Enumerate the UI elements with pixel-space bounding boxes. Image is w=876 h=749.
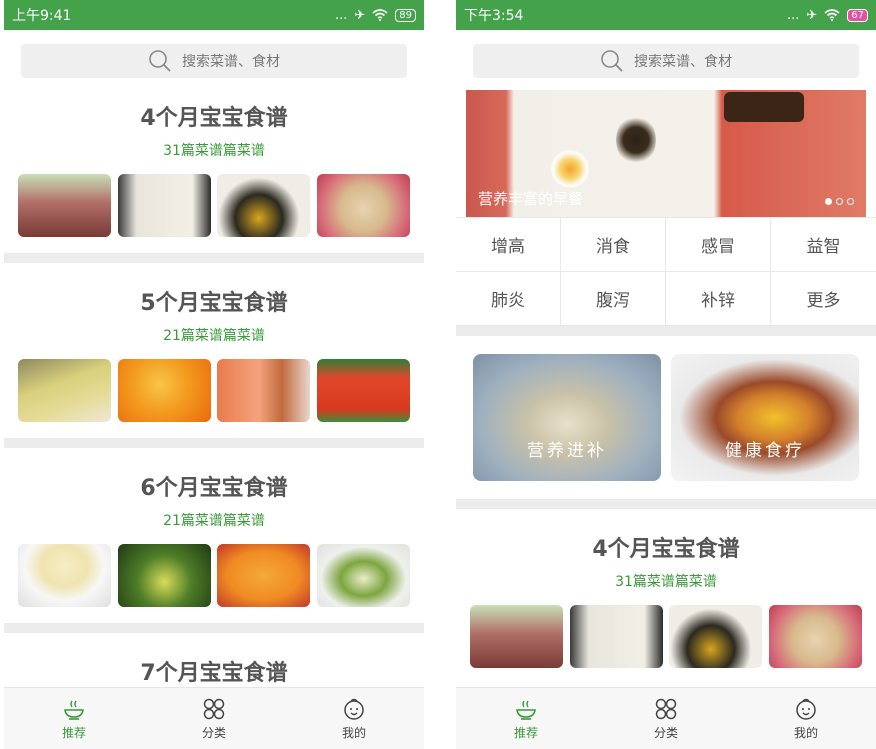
feature-card-therapy[interactable]: 健康食疗 [671,354,859,481]
baby-face-icon [344,698,364,720]
recipe-thumbnail[interactable] [217,359,311,422]
carousel-dot [847,198,854,205]
section-subtitle: 31篇菜谱篇菜谱 [163,143,265,159]
category-item[interactable]: 增高 [456,218,561,272]
category-item[interactable]: 腹泻 [561,272,666,326]
section-title: 4个月宝宝食谱 [592,537,740,562]
section-subtitle: 21篇菜谱篇菜谱 [163,513,265,529]
recipe-thumbnail[interactable] [18,544,111,607]
recipe-section[interactable]: 4个月宝宝食谱 31篇菜谱篇菜谱 [4,100,424,237]
baby-face-icon [796,698,816,720]
search-input[interactable]: 搜索菜谱、食材 [21,44,407,78]
category-item[interactable]: 更多 [771,272,876,326]
tab-category[interactable]: 分类 [596,688,736,749]
search-icon [149,50,171,72]
tab-mine[interactable]: 我的 [736,688,876,749]
bottom-tab-bar: 推荐 分类 我的 [456,687,876,749]
section-divider [4,438,424,448]
tab-recommend[interactable]: 推荐 [456,688,596,749]
wifi-icon [372,9,388,21]
recipe-thumbnail[interactable] [316,544,410,607]
category-item[interactable]: 益智 [771,218,876,272]
recipe-thumbnail[interactable] [316,174,410,237]
tab-label: 推荐 [513,726,538,740]
status-time: 上午9:41 [12,8,72,24]
section-divider [456,326,876,336]
feature-card-nutrition[interactable]: 营养进补 [473,354,661,481]
recipe-thumbnail[interactable] [768,605,862,668]
search-input[interactable]: 搜索菜谱、食材 [473,44,859,78]
airplane-icon: ✈ [354,7,366,23]
search-icon [601,50,623,72]
recipe-thumbnail[interactable] [18,174,111,237]
section-title: 6个月宝宝食谱 [140,476,288,501]
recipe-thumbnail[interactable] [18,359,111,422]
banner-carousel[interactable]: 营养丰富的早餐 [466,90,866,217]
status-bar: 下午3:54 ... ✈ 67 [456,0,876,30]
tab-label: 我的 [341,726,366,740]
recipe-section[interactable]: 7个月宝宝食谱 [4,655,424,687]
bowl-icon [64,700,84,720]
carousel-indicator [825,198,854,205]
recipe-thumbnail[interactable] [470,605,563,668]
category-item[interactable]: 感冒 [666,218,771,272]
card-label: 营养进补 [527,441,607,461]
recipe-thumbnail[interactable] [117,174,211,237]
recipe-section[interactable]: 6个月宝宝食谱 21篇菜谱篇菜谱 [4,470,424,607]
signal-dots: ... [334,7,348,23]
signal-dots: ... [786,7,800,23]
carousel-dot [836,198,843,205]
card-label: 健康食疗 [725,441,805,461]
section-title: 4个月宝宝食谱 [140,106,288,131]
banner-caption: 营养丰富的早餐 [478,190,584,208]
feature-cards: 营养进补 健康食疗 [456,354,876,481]
tab-label: 推荐 [61,726,86,740]
recipe-thumbnail[interactable] [117,359,211,422]
battery-indicator: 89 [395,8,416,22]
status-time: 下午3:54 [464,8,524,24]
search-placeholder: 搜索菜谱、食材 [634,54,732,70]
wifi-icon [824,9,840,21]
recipe-thumbnail[interactable] [569,605,663,668]
recipe-thumbnail[interactable] [117,544,211,607]
recipe-thumbnail[interactable] [669,605,763,668]
battery-indicator: 67 [847,8,868,22]
category-grid: 增高 消食 感冒 益智 肺炎 腹泻 补锌 更多 [456,217,876,326]
section-subtitle: 31篇菜谱篇菜谱 [615,574,717,590]
tab-mine[interactable]: 我的 [284,688,424,749]
section-title: 5个月宝宝食谱 [140,291,288,316]
section-divider [4,253,424,263]
tab-label: 分类 [201,726,226,740]
category-item[interactable]: 消食 [561,218,666,272]
right-phone-screen: 下午3:54 ... ✈ 67 搜索菜谱、食材 营养丰富的早餐 增高 消食 感冒… [456,0,876,749]
airplane-icon: ✈ [806,7,818,23]
tab-category[interactable]: 分类 [144,688,284,749]
banner-image [551,150,589,188]
search-placeholder: 搜索菜谱、食材 [182,54,280,70]
section-subtitle: 21篇菜谱篇菜谱 [163,328,265,344]
tab-label: 分类 [653,726,678,740]
category-item[interactable]: 补锌 [666,272,771,326]
section-divider [4,623,424,633]
tab-recommend[interactable]: 推荐 [4,688,144,749]
recipe-section[interactable]: 5个月宝宝食谱 21篇菜谱篇菜谱 [4,285,424,422]
banner-image [616,115,656,165]
carousel-dot [825,198,832,205]
bowl-icon [516,700,536,720]
grid-icon [203,698,225,720]
banner-image [724,92,804,122]
recipe-thumbnail[interactable] [316,359,410,422]
left-phone-screen: 上午9:41 ... ✈ 89 搜索菜谱、食材 4个月宝宝食谱 31篇菜谱篇菜谱… [4,0,424,749]
category-item[interactable]: 肺炎 [456,272,561,326]
section-divider [456,499,876,509]
recipe-section[interactable]: 4个月宝宝食谱 31篇菜谱篇菜谱 [456,531,876,668]
bottom-tab-bar: 推荐 分类 我的 [4,687,424,749]
tab-label: 我的 [793,726,818,740]
recipe-thumbnail[interactable] [217,174,311,237]
recipe-thumbnail[interactable] [217,544,311,607]
grid-icon [655,698,677,720]
status-bar: 上午9:41 ... ✈ 89 [4,0,424,30]
section-title: 7个月宝宝食谱 [140,661,288,686]
